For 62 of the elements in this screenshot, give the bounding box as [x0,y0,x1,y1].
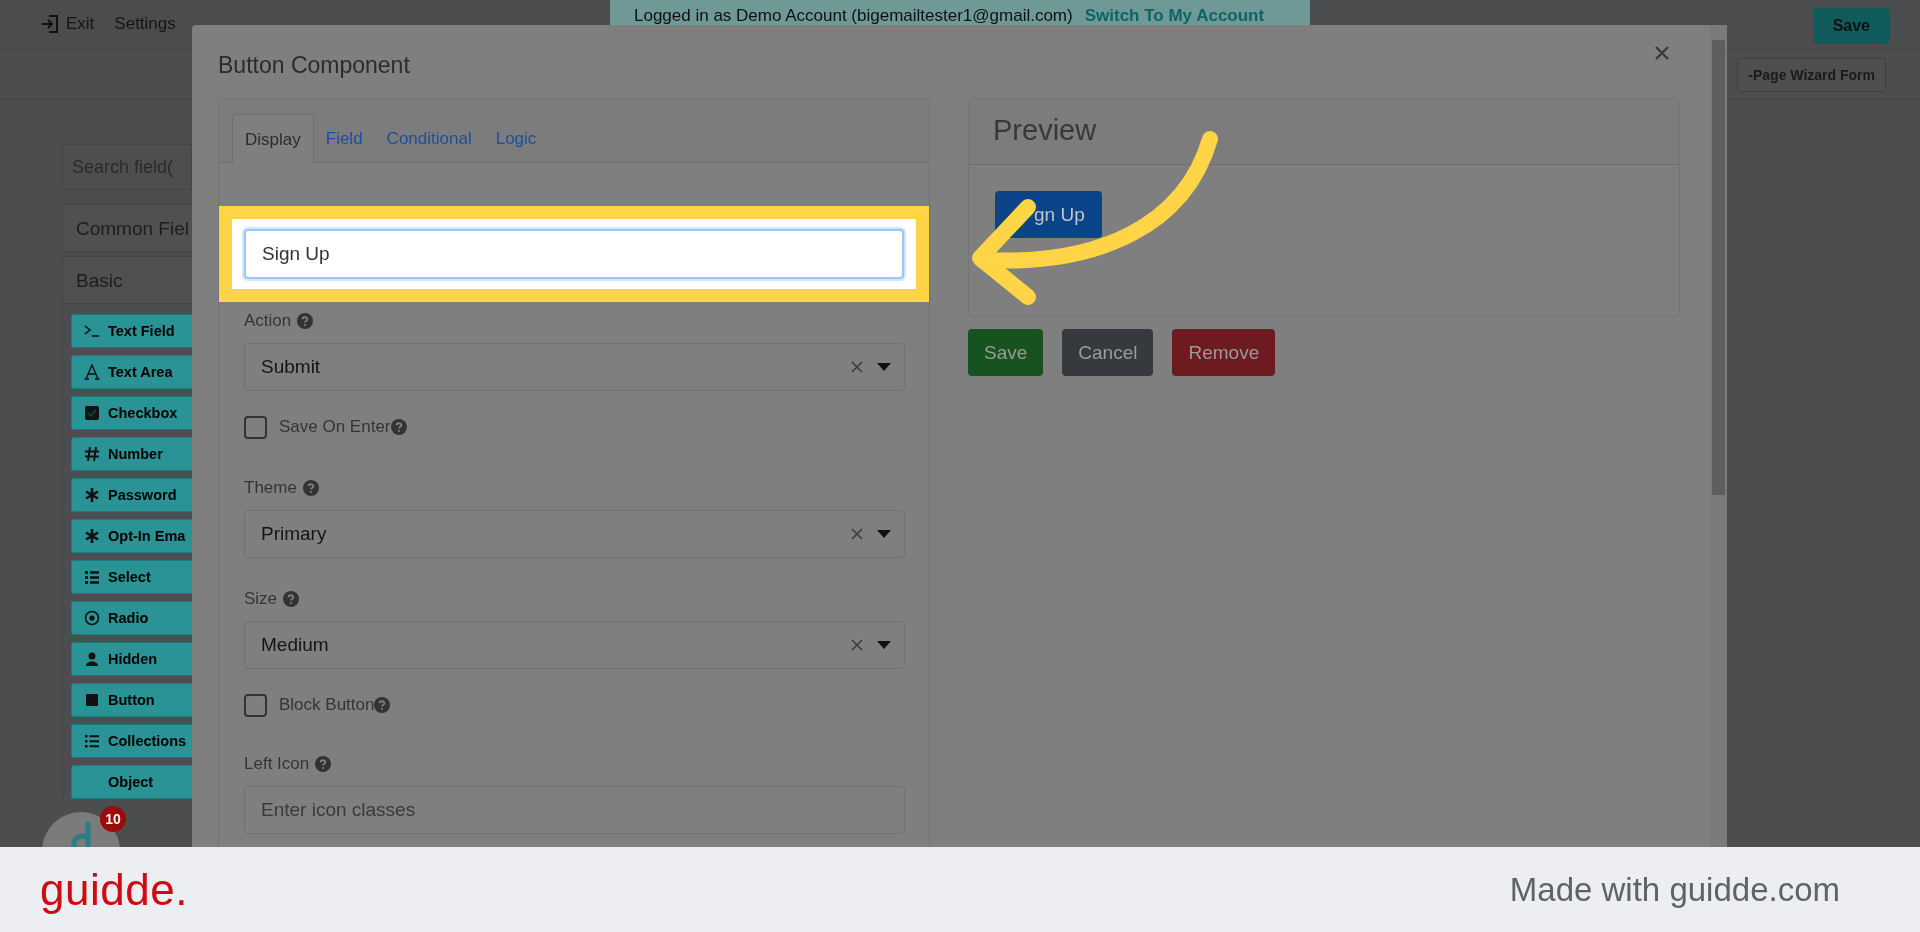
component-button[interactable]: Radio [71,601,192,635]
hash-icon [84,446,100,462]
component-button[interactable]: Text Area [71,355,192,389]
component-button[interactable]: Checkbox [71,396,192,430]
save-button[interactable]: Save [1812,8,1890,44]
help-icon [297,313,314,329]
list-icon [84,733,100,749]
text-field[interactable]: Enter icon classes [244,786,905,834]
notification-badge: 10 [100,806,126,832]
asterisk-icon [84,487,100,503]
close-icon [1655,46,1669,60]
component-button[interactable]: Button [71,683,192,717]
help-icon [390,419,407,435]
checked-box-icon [84,405,100,421]
cancel-button[interactable]: Cancel [1062,329,1154,376]
checkbox-label: Save On Enter [279,417,391,437]
help-icon [283,591,300,607]
modal-title: Button Component [218,51,410,80]
caret-icon [877,641,891,649]
component-button[interactable]: Password [71,478,192,512]
banner-text: Logged in as Demo Account (bigemailtester1@gmail.com) [634,6,1073,26]
guidde-logo: guidde. [40,864,188,915]
select-field[interactable]: Medium [244,621,905,669]
help-icon [374,697,391,713]
save-button[interactable]: Save [968,329,1044,376]
font-icon [84,364,100,380]
credit-text: Made with guidde.com [1509,870,1840,909]
list-icon [84,569,100,585]
component-button[interactable]: Select [71,560,192,594]
component-button[interactable]: Opt-In Ema [71,519,192,553]
exit-icon [40,14,60,34]
field-label: Left Icon [244,754,310,774]
text-field[interactable]: Sign Up [244,229,904,279]
radio-icon [84,610,100,626]
field-label: Action [244,311,292,331]
help-icon [315,756,332,772]
component-button[interactable]: Text Field [71,314,192,348]
help-icon [302,480,319,496]
terminal-icon [84,323,100,339]
component-button[interactable]: Object [71,765,192,799]
component-button[interactable]: Collections [71,724,192,758]
field-label: Theme [244,478,297,498]
asterisk-icon [84,528,100,544]
preview-title: Preview [969,99,1679,165]
clear-icon [851,528,863,540]
field-label: Size [244,589,278,609]
component-button[interactable]: Hidden [71,642,192,676]
component-button[interactable]: Number [71,437,192,471]
checkbox-label: Block Button [279,695,375,715]
select-field[interactable]: Primary [244,510,905,558]
checkbox[interactable] [244,415,267,439]
clear-icon [851,361,863,373]
scrollbar[interactable] [1710,25,1727,847]
remove-button[interactable]: Remove [1172,329,1276,376]
clear-icon [851,639,863,651]
person-icon [84,651,100,667]
select-field[interactable]: Submit [244,343,905,391]
tab[interactable]: Display [232,114,314,163]
caret-icon [877,363,891,371]
square-icon [84,692,100,708]
caret-icon [877,530,891,538]
checkbox[interactable] [244,693,267,717]
